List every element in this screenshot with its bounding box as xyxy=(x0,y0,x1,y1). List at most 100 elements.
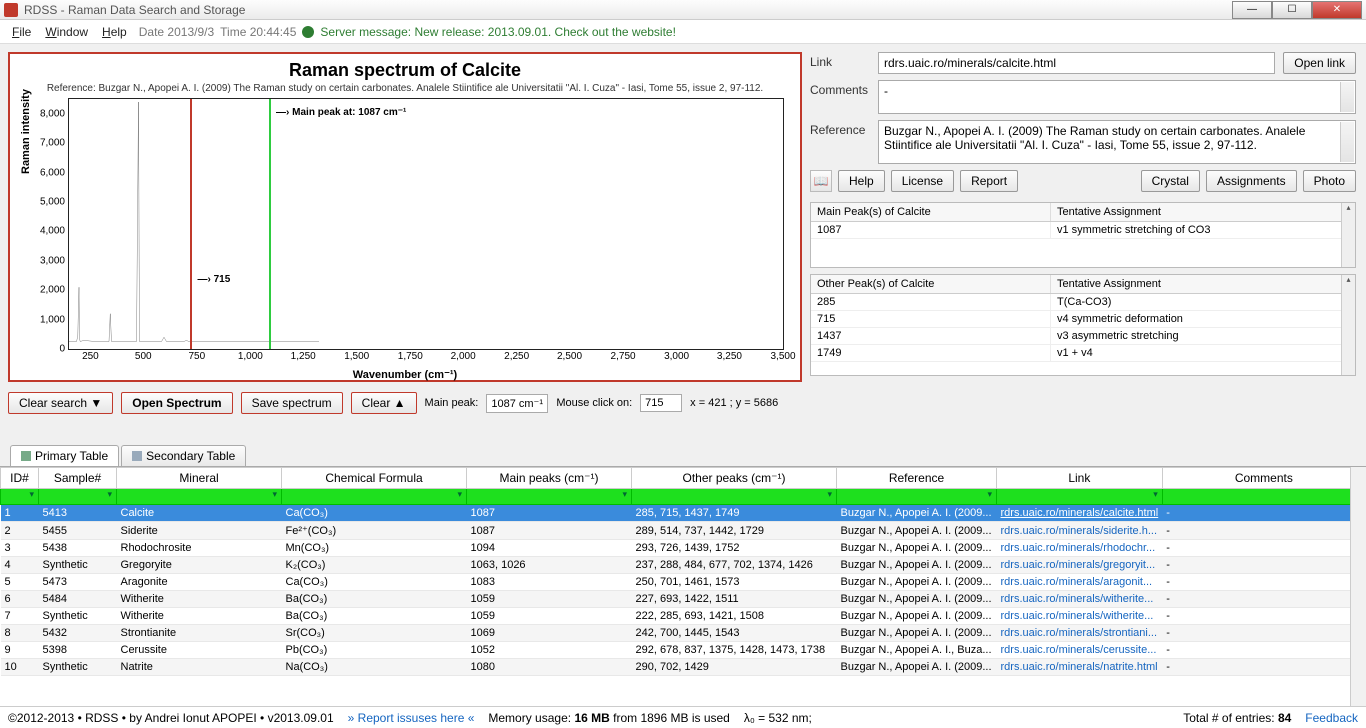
column-header[interactable]: ID# xyxy=(1,468,39,489)
column-header[interactable]: Chemical Formula xyxy=(282,468,467,489)
open-link-button[interactable]: Open link xyxy=(1283,52,1356,74)
main-peaks-header-a: Main Peak(s) of Calcite xyxy=(811,203,1051,221)
app-icon xyxy=(4,3,18,17)
table-row[interactable]: 85432Strontianite Sr(CO₃)1069242, 700, 1… xyxy=(1,625,1366,642)
y-tick: 3,000 xyxy=(40,255,69,266)
column-filter[interactable] xyxy=(837,489,997,505)
x-tick: 1,250 xyxy=(291,349,316,362)
table-row[interactable]: 25455Siderite Fe²⁺(CO₃)1087289, 514, 737… xyxy=(1,522,1366,540)
link-input[interactable]: rdrs.uaic.ro/minerals/calcite.html xyxy=(878,52,1275,74)
table-row[interactable]: 285T(Ca-CO3) xyxy=(811,294,1355,311)
clear-search-button[interactable]: Clear search ▼ xyxy=(8,392,113,414)
coords-readout: x = 421 ; y = 5686 xyxy=(690,397,778,409)
data-grid[interactable]: ID#Sample#MineralChemical FormulaMain pe… xyxy=(0,466,1366,706)
column-filter[interactable] xyxy=(467,489,632,505)
tab-secondary[interactable]: Secondary Table xyxy=(121,445,246,466)
column-header[interactable]: Other peaks (cm⁻¹) xyxy=(632,468,837,489)
x-tick: 2,500 xyxy=(557,349,582,362)
grid-scrollbar[interactable] xyxy=(1350,467,1366,706)
column-header[interactable]: Sample# xyxy=(39,468,117,489)
x-tick: 750 xyxy=(188,349,205,362)
reference-label: Reference xyxy=(810,120,870,137)
report-issues-link[interactable]: » Report issuses here « xyxy=(348,711,475,725)
spectrum-plot[interactable]: 0 1,000 2,000 3,000 4,000 5,000 6,000 7,… xyxy=(68,98,784,350)
x-tick: 2,250 xyxy=(504,349,529,362)
y-tick: 1,000 xyxy=(40,314,69,325)
column-filter[interactable] xyxy=(39,489,117,505)
globe-icon xyxy=(302,26,314,38)
chart-reference: Reference: Buzgar N., Apopei A. I. (2009… xyxy=(18,83,792,94)
column-filter[interactable] xyxy=(282,489,467,505)
memory-usage: Memory usage: 16 MB from 1896 MB is used xyxy=(488,711,729,725)
mouse-click-value[interactable]: 715 xyxy=(640,394,682,412)
help-button[interactable]: Help xyxy=(838,170,885,192)
x-tick: 1,750 xyxy=(398,349,423,362)
table-row[interactable]: 1437v3 asymmetric stretching xyxy=(811,328,1355,345)
x-tick: 3,500 xyxy=(770,349,795,362)
status-date: Date 2013/9/3 xyxy=(139,25,214,39)
column-header[interactable]: Link xyxy=(997,468,1163,489)
y-tick: 8,000 xyxy=(40,108,69,119)
table-icon xyxy=(21,451,31,461)
book-icon[interactable]: 📖 xyxy=(810,170,832,192)
x-axis-label: Wavenumber (cm⁻¹) xyxy=(18,368,792,381)
menu-help[interactable]: Help xyxy=(96,23,133,41)
scrollbar[interactable] xyxy=(1340,122,1354,162)
assignments-button[interactable]: Assignments xyxy=(1206,170,1297,192)
tab-primary[interactable]: Primary Table xyxy=(10,445,119,466)
crystal-button[interactable]: Crystal xyxy=(1141,170,1200,192)
reference-input[interactable]: Buzgar N., Apopei A. I. (2009) The Raman… xyxy=(878,120,1356,164)
column-filter[interactable] xyxy=(997,489,1163,505)
table-row[interactable]: 10SyntheticNatrite Na(CO₃)1080290, 702, … xyxy=(1,659,1366,676)
scrollbar[interactable]: ▴ xyxy=(1341,203,1355,267)
table-row[interactable]: 15413Calcite Ca(CO₃)1087285, 715, 1437, … xyxy=(1,505,1366,522)
spectrum-toolbar: Clear search ▼ Open Spectrum Save spectr… xyxy=(8,392,802,414)
column-filter[interactable] xyxy=(632,489,837,505)
column-header[interactable]: Main peaks (cm⁻¹) xyxy=(467,468,632,489)
y-axis-label: Raman intensity xyxy=(20,89,32,174)
column-filter[interactable] xyxy=(117,489,282,505)
open-spectrum-button[interactable]: Open Spectrum xyxy=(121,392,232,414)
photo-button[interactable]: Photo xyxy=(1303,170,1356,192)
report-button[interactable]: Report xyxy=(960,170,1018,192)
column-header[interactable]: Comments xyxy=(1162,468,1365,489)
column-header[interactable]: Reference xyxy=(837,468,997,489)
table-row[interactable]: 95398Cerussite Pb(CO₃)1052292, 678, 837,… xyxy=(1,642,1366,659)
table-row[interactable]: 65484Witherite Ba(CO₃)1059227, 693, 1422… xyxy=(1,591,1366,608)
comments-input[interactable]: - xyxy=(878,80,1356,114)
table-row[interactable]: 55473Aragonite Ca(CO₃)1083250, 701, 1461… xyxy=(1,574,1366,591)
column-filter[interactable] xyxy=(1162,489,1365,505)
table-tabs: Primary Table Secondary Table xyxy=(0,442,1366,466)
table-row[interactable]: 4SyntheticGregoryite K₂(CO₃)1063, 102623… xyxy=(1,557,1366,574)
close-button[interactable]: ✕ xyxy=(1312,1,1362,19)
table-row[interactable]: 35438Rhodochrosite Mn(CO₃)1094293, 726, … xyxy=(1,540,1366,557)
spectrum-trace xyxy=(69,99,319,349)
window-titlebar: RDSS - Raman Data Search and Storage — ☐… xyxy=(0,0,1366,20)
feedback-link[interactable]: Feedback xyxy=(1305,711,1358,725)
table-row[interactable]: 715v4 symmetric deformation xyxy=(811,311,1355,328)
table-row[interactable]: 1087v1 symmetric stretching of CO3 xyxy=(811,222,1355,239)
column-filter[interactable] xyxy=(1,489,39,505)
maximize-button[interactable]: ☐ xyxy=(1272,1,1312,19)
scrollbar[interactable] xyxy=(1340,82,1354,112)
minimize-button[interactable]: — xyxy=(1232,1,1272,19)
column-header[interactable]: Mineral xyxy=(117,468,282,489)
comments-label: Comments xyxy=(810,80,870,97)
x-tick: 500 xyxy=(135,349,152,362)
total-entries: Total # of entries: 84 xyxy=(1183,711,1291,725)
table-row[interactable]: 1749v1 + v4 xyxy=(811,345,1355,362)
save-spectrum-button[interactable]: Save spectrum xyxy=(241,392,343,414)
clear-button[interactable]: Clear ▲ xyxy=(351,392,417,414)
menubar: File Window Help Date 2013/9/3 Time 20:4… xyxy=(0,20,1366,44)
cursor-peak-label: —› 715 xyxy=(198,274,231,285)
menu-window[interactable]: Window xyxy=(39,23,94,41)
x-tick: 2,000 xyxy=(451,349,476,362)
scrollbar[interactable]: ▴ xyxy=(1341,275,1355,375)
x-tick: 3,250 xyxy=(717,349,742,362)
cursor-marker xyxy=(190,99,192,349)
license-button[interactable]: License xyxy=(891,170,954,192)
table-row[interactable]: 7SyntheticWitherite Ba(CO₃)1059222, 285,… xyxy=(1,608,1366,625)
menu-file[interactable]: File xyxy=(6,23,37,41)
main-peak-value[interactable]: 1087 cm⁻¹ xyxy=(486,394,548,413)
other-peaks-header-a: Other Peak(s) of Calcite xyxy=(811,275,1051,293)
